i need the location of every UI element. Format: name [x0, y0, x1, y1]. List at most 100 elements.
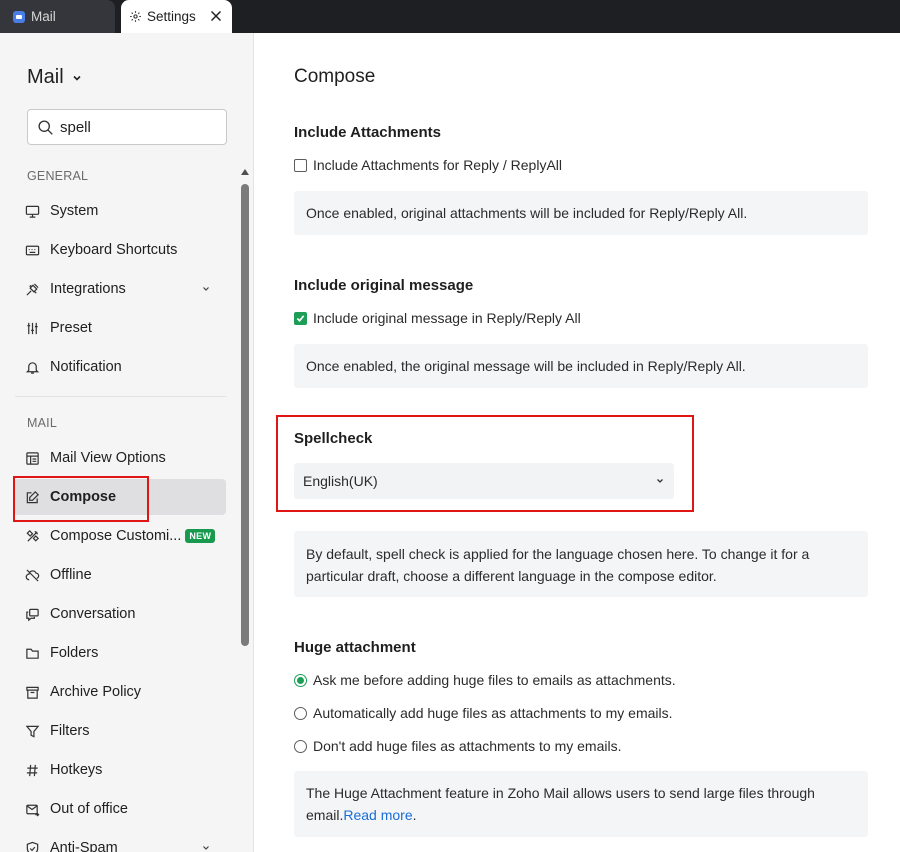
tab-mail-label: Mail: [31, 9, 56, 24]
spellcheck-heading: Spellcheck: [294, 430, 373, 447]
sidebar-item-label: Compose Customi...: [50, 528, 182, 544]
close-icon[interactable]: [208, 8, 224, 24]
sidebar-item-notification[interactable]: Notification: [14, 349, 226, 385]
sidebar-item-label: Preset: [50, 320, 92, 336]
checkmark-icon: [296, 314, 305, 322]
sidebar-item-label: Conversation: [50, 606, 136, 622]
sidebar-item-label: Integrations: [50, 281, 126, 297]
sidebar-item-out-of-office[interactable]: Out of office: [14, 791, 226, 827]
chevron-down-icon: [203, 846, 209, 850]
sliders-icon: [27, 322, 38, 334]
huge-option-auto-radio[interactable]: [294, 706, 307, 720]
huge-option-auto-label: Automatically add huge files as attachme…: [313, 705, 673, 721]
shield-check-icon: [26, 841, 39, 852]
include-attachments-label: Include Attachments for Reply / ReplyAll: [313, 157, 563, 173]
chevron-down-icon: [203, 287, 209, 291]
sidebar-item-label: Folders: [50, 645, 99, 661]
scrollbar-thumb[interactable]: [241, 184, 249, 646]
sidebar-item-archive-policy[interactable]: Archive Policy: [14, 674, 226, 710]
sidebar-item-label: Compose: [50, 489, 117, 505]
app-title: Mail: [27, 66, 64, 88]
chevron-down-icon: [73, 75, 81, 81]
sidebar-item-mail-view-options[interactable]: Mail View Options: [14, 440, 226, 476]
sidebar-item-offline[interactable]: Offline: [14, 557, 226, 593]
huge-attachment-info-end: .: [412, 807, 417, 823]
search-input[interactable]: [60, 118, 210, 136]
archive-icon: [26, 686, 39, 699]
plug-icon: [26, 282, 39, 296]
spellcheck-language-select[interactable]: English(UK): [294, 463, 674, 499]
sidebar-item-folders[interactable]: Folders: [14, 635, 226, 671]
tab-mail[interactable]: Mail: [0, 0, 115, 33]
page-title: Compose: [294, 66, 376, 87]
tab-settings[interactable]: Settings: [121, 0, 232, 33]
sidebar-divider: [15, 396, 226, 397]
huge-option-dont-label: Don't add huge files as attachments to m…: [313, 738, 622, 754]
cloud-off-icon: [25, 568, 40, 582]
bell-icon: [25, 361, 40, 374]
include-original-info-text: Once enabled, the original message will …: [306, 358, 746, 374]
huge-option-dont-radio[interactable]: [294, 739, 307, 753]
folder-icon: [26, 648, 39, 659]
sidebar-item-filters[interactable]: Filters: [14, 713, 226, 749]
layout-icon: [26, 451, 39, 465]
sidebar-scrollbar[interactable]: [239, 163, 249, 852]
scroll-up-arrow-icon[interactable]: [241, 169, 249, 175]
sidebar-item-integrations[interactable]: Integrations: [14, 271, 226, 307]
include-original-heading: Include original message: [294, 277, 474, 294]
mail-out-icon: [26, 804, 40, 816]
sidebar-item-hotkeys[interactable]: Hotkeys: [14, 752, 226, 788]
include-attachments-heading: Include Attachments: [294, 124, 441, 141]
sidebar-item-conversation[interactable]: Conversation: [14, 596, 226, 632]
sidebar-item-label: Filters: [50, 723, 90, 739]
sidebar-item-label: Offline: [50, 567, 92, 583]
sidebar-item-keyboard-shortcuts[interactable]: Keyboard Shortcuts: [14, 232, 226, 268]
chevron-down-icon: [657, 479, 663, 483]
sidebar-item-compose-customization[interactable]: Compose Customi... NEW: [14, 518, 226, 554]
sidebar-item-label: Out of office: [50, 801, 128, 817]
filter-icon: [25, 725, 40, 738]
include-original-label: Include original message in Reply/Reply …: [313, 310, 581, 326]
sidebar-item-label: Anti-Spam: [50, 840, 118, 852]
app-switcher[interactable]: Mail: [27, 66, 82, 89]
section-label-general: GENERAL: [27, 169, 89, 183]
sidebar-item-label: Archive Policy: [50, 684, 142, 700]
gear-icon: [130, 11, 141, 22]
sidebar-item-label: System: [50, 203, 99, 219]
huge-attachment-heading: Huge attachment: [294, 639, 416, 656]
sidebar-item-label: Notification: [50, 359, 122, 375]
chat-icon: [26, 608, 39, 621]
sidebar-item-label: Keyboard Shortcuts: [50, 242, 178, 258]
hash-icon: [26, 764, 38, 776]
include-attachments-checkbox[interactable]: [294, 158, 307, 172]
tab-settings-label: Settings: [147, 9, 196, 24]
monitor-icon: [25, 205, 40, 218]
huge-attachment-info: The Huge Attachment feature in Zoho Mail…: [294, 771, 868, 837]
tab-strip: Mail Settings: [0, 0, 900, 33]
new-badge: NEW: [185, 529, 216, 543]
sidebar-item-label: Hotkeys: [50, 762, 103, 778]
compose-settings-panel: Compose Include Attachments Include Atta…: [255, 33, 900, 852]
edit-icon: [26, 490, 39, 503]
sidebar-item-anti-spam[interactable]: Anti-Spam: [14, 830, 226, 852]
settings-search: [27, 109, 227, 145]
include-original-option[interactable]: Include original message in Reply/Reply …: [294, 310, 581, 326]
sidebar-item-compose[interactable]: Compose: [14, 479, 226, 515]
search-icon: [38, 119, 53, 135]
huge-option-dont[interactable]: Don't add huge files as attachments to m…: [294, 738, 622, 754]
tools-icon: [26, 529, 39, 542]
include-attachments-info: Once enabled, original attachments will …: [294, 191, 868, 235]
sidebar-item-preset[interactable]: Preset: [14, 310, 226, 346]
read-more-link[interactable]: Read more: [343, 807, 412, 823]
huge-option-ask[interactable]: Ask me before adding huge files to email…: [294, 672, 676, 688]
huge-option-ask-label: Ask me before adding huge files to email…: [313, 672, 676, 688]
section-label-mail: MAIL: [27, 416, 57, 430]
include-original-checkbox[interactable]: [294, 311, 307, 325]
include-original-info: Once enabled, the original message will …: [294, 344, 868, 388]
sidebar-item-label: Mail View Options: [50, 450, 166, 466]
include-attachments-option[interactable]: Include Attachments for Reply / ReplyAll: [294, 157, 562, 173]
huge-option-ask-radio[interactable]: [294, 673, 307, 687]
spellcheck-selected-value: English(UK): [303, 473, 378, 489]
sidebar-item-system[interactable]: System: [14, 193, 226, 229]
huge-option-auto[interactable]: Automatically add huge files as attachme…: [294, 705, 673, 721]
